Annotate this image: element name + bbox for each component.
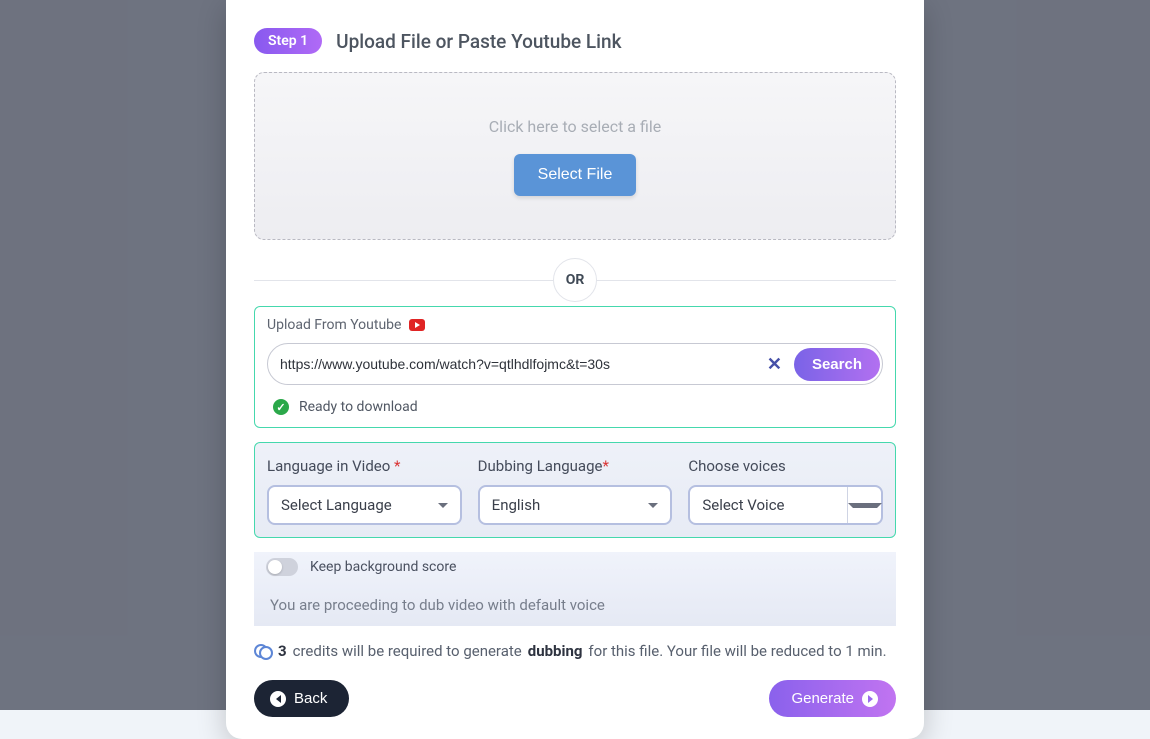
youtube-label-row: Upload From Youtube — [267, 317, 883, 333]
chevron-down-icon — [848, 503, 882, 508]
voice-value: Select Voice — [690, 496, 847, 514]
credits-row: 3 credits will be required to generate d… — [254, 642, 896, 660]
youtube-url-input[interactable] — [280, 356, 755, 372]
credits-text-post: for this file. Your file will be reduced… — [588, 642, 886, 660]
source-language-col: Language in Video * Select Language — [267, 457, 462, 525]
source-language-value: Select Language — [281, 496, 392, 514]
chevron-down-icon — [648, 503, 658, 508]
bg-score-label: Keep background score — [310, 559, 456, 575]
dropzone-hint: Click here to select a file — [489, 117, 661, 136]
target-language-select[interactable]: English — [478, 485, 673, 525]
or-label: OR — [553, 258, 597, 302]
source-language-label: Language in Video * — [267, 457, 462, 475]
options-section: Keep background score You are proceeding… — [254, 552, 896, 626]
select-file-button[interactable]: Select File — [514, 154, 637, 196]
check-icon: ✓ — [273, 399, 289, 415]
youtube-section: Upload From Youtube ✕ Search ✓ Ready to … — [254, 306, 896, 428]
clear-url-button[interactable]: ✕ — [761, 354, 788, 375]
target-language-value: English — [492, 496, 541, 514]
step-header: Step 1 Upload File or Paste Youtube Link — [254, 28, 896, 54]
credits-text-mid: dubbing — [528, 642, 583, 660]
voice-select[interactable]: Select Voice — [688, 485, 883, 525]
credits-amount: 3 — [278, 642, 287, 660]
generate-label: Generate — [791, 690, 854, 707]
chevron-down-icon — [438, 503, 448, 508]
language-section: Language in Video * Select Language Dubb… — [254, 442, 896, 538]
credits-text-pre: credits will be required to generate — [293, 642, 522, 660]
voice-label: Choose voices — [688, 457, 883, 475]
youtube-icon — [409, 319, 425, 331]
step-title: Upload File or Paste Youtube Link — [336, 30, 621, 53]
ready-text: Ready to download — [299, 399, 418, 415]
generate-button[interactable]: Generate — [769, 680, 896, 717]
youtube-label: Upload From Youtube — [267, 317, 401, 333]
upload-modal: Step 1 Upload File or Paste Youtube Link… — [226, 0, 924, 739]
target-language-label: Dubbing Language* — [478, 457, 673, 475]
back-label: Back — [294, 690, 327, 707]
footer-row: Back Generate — [254, 680, 896, 717]
coins-icon — [254, 644, 272, 658]
search-button[interactable]: Search — [794, 348, 880, 381]
arrow-left-icon — [270, 691, 286, 707]
file-dropzone[interactable]: Click here to select a file Select File — [254, 72, 896, 240]
bg-score-row: Keep background score — [266, 558, 884, 576]
arrow-right-icon — [862, 691, 878, 707]
youtube-search-row: ✕ Search — [267, 343, 883, 385]
bg-score-toggle[interactable] — [266, 558, 298, 576]
voice-col: Choose voices Select Voice — [688, 457, 883, 525]
back-button[interactable]: Back — [254, 680, 349, 717]
or-divider: OR — [254, 258, 896, 302]
step-badge: Step 1 — [254, 28, 322, 54]
default-voice-notice: You are proceeding to dub video with def… — [266, 592, 884, 618]
target-language-col: Dubbing Language* English — [478, 457, 673, 525]
ready-status: ✓ Ready to download — [267, 399, 883, 415]
source-language-select[interactable]: Select Language — [267, 485, 462, 525]
